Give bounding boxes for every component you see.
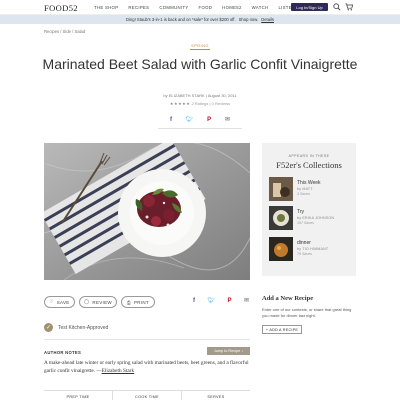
promo-shop[interactable]: Shop now. [239, 17, 259, 22]
collection-item[interactable]: dinner by TIO HIMMANT 79 Saves [269, 237, 353, 261]
add-recipe-button[interactable]: + ADD A RECIPE [262, 325, 302, 334]
collection-name[interactable]: This Week [297, 180, 321, 186]
ratings-count[interactable]: 2 Ratings [191, 101, 208, 106]
recipe-stats: PREP TIME COOK TIME SERVES [44, 390, 250, 400]
tag-divider [190, 49, 210, 51]
cook-time-label: COOK TIME [113, 391, 182, 400]
author-notes-heading: AUTHOR NOTES [44, 350, 82, 355]
author-link[interactable]: ELIZABETH STARK [169, 93, 205, 98]
rating: ★★★★★ 2 Ratings | 0 Reviews [169, 101, 231, 106]
promo-text: Ding! Staub's 3-in-1 is back and on *sal… [125, 17, 236, 22]
share-top: f 🐦︎ P ✉ [170, 116, 230, 124]
jump-to-recipe-button[interactable]: Jump to Recipe ↓ [207, 347, 250, 355]
top-nav: FOOD52 THE SHOP RECIPES COMMUNITY FOOD H… [0, 0, 400, 15]
check-icon: ✓ [44, 323, 53, 332]
nav-item-home52[interactable]: HOME52 [222, 5, 241, 10]
site-logo[interactable]: FOOD52 [44, 3, 78, 13]
collections-title: F52er's Collections [276, 160, 342, 170]
facebook-icon[interactable]: f [193, 297, 195, 305]
save-label: SAVE [56, 299, 70, 305]
collections-panel: APPEARS IN THESE F52er's Collections Thi… [262, 143, 356, 276]
season-tag[interactable]: SPRING [0, 43, 400, 48]
nav-item-recipes[interactable]: RECIPES [128, 5, 149, 10]
nav-item-food[interactable]: FOOD [199, 5, 213, 10]
divider [44, 339, 250, 340]
share-row: f 🐦︎ P ✉ [193, 297, 249, 305]
publish-date: August 30, 2011 [207, 93, 237, 98]
promo-banner: Ding! Staub's 3-in-1 is back and on *sal… [0, 15, 400, 24]
page-title: Marinated Beet Salad with Garlic Confit … [42, 56, 358, 72]
main-nav: THE SHOP RECIPES COMMUNITY FOOD HOME52 W… [94, 5, 295, 10]
email-icon[interactable]: ✉ [244, 297, 249, 305]
star-rating-icon[interactable]: ★★★★★ [170, 101, 190, 106]
nav-item-community[interactable]: COMMUNITY [159, 5, 188, 10]
comment-icon: ◯ [84, 299, 90, 304]
collection-name[interactable]: dinner [297, 240, 311, 246]
email-icon[interactable]: ✉ [225, 116, 230, 124]
collection-author[interactable]: by TIO HIMMANT [297, 247, 328, 251]
search-icon[interactable] [333, 3, 341, 11]
collection-thumbnail[interactable] [269, 237, 293, 261]
collection-saves: 79 Saves [297, 252, 312, 256]
promo-details-link[interactable]: Details [261, 17, 274, 22]
byline: by ELIZABETH STARK | August 30, 2011 [163, 93, 237, 98]
review-button[interactable]: ◯ REVIEW [79, 296, 117, 308]
printer-icon: ⎙ [127, 299, 131, 305]
nav-item-shop[interactable]: THE SHOP [94, 5, 118, 10]
add-recipe-desc: Enter one of our contests, or share that… [262, 307, 352, 318]
review-label: REVIEW [92, 299, 112, 305]
twitter-icon[interactable]: 🐦︎ [207, 297, 215, 305]
reviews-count[interactable]: 0 Reviews [212, 101, 230, 106]
collection-saves: 3 Saves [297, 192, 310, 196]
save-button[interactable]: ♡ SAVE [44, 296, 75, 308]
collection-saves: 167 Saves [297, 221, 314, 225]
serves-label: SERVES [207, 395, 225, 399]
approved-label: Test Kitchen-Approved [58, 324, 109, 331]
recipe-photo [44, 143, 250, 280]
facebook-icon[interactable]: f [170, 116, 172, 124]
collection-author[interactable]: by MATT [297, 187, 313, 191]
notes-author-link[interactable]: Elizabeth Stark [102, 368, 135, 374]
cart-icon[interactable] [345, 3, 353, 11]
divider [158, 128, 242, 129]
collection-item[interactable]: Try by ERIKA JOHNSON 167 Saves [269, 206, 353, 230]
pinterest-icon[interactable]: P [228, 297, 232, 305]
print-label: PRINT [133, 299, 149, 305]
heart-icon: ♡ [49, 299, 54, 304]
collections-heading: APPEARS IN THESE [288, 154, 330, 158]
twitter-icon[interactable]: 🐦︎ [186, 116, 194, 124]
byline-prefix: by [163, 93, 168, 98]
collection-thumbnail[interactable] [269, 177, 293, 201]
breadcrumb[interactable]: Recipes / Side / Salad [44, 29, 85, 34]
collection-thumbnail[interactable] [269, 206, 293, 230]
login-button[interactable]: Log In/Sign Up [291, 3, 328, 11]
author-notes-body: A make-ahead late winter or early spring… [44, 360, 250, 375]
prep-time-label: PREP TIME [44, 391, 113, 400]
notes-text: A make-ahead late winter or early spring… [44, 360, 249, 374]
add-recipe-title: Add a New Recipe [262, 295, 314, 302]
collection-author[interactable]: by ERIKA JOHNSON [297, 216, 334, 220]
nav-item-watch[interactable]: WATCH [252, 5, 269, 10]
pinterest-icon[interactable]: P [207, 116, 211, 124]
collection-item[interactable]: This Week by MATT 3 Saves [269, 177, 353, 201]
print-button[interactable]: ⎙ PRINT [121, 296, 155, 308]
collection-name[interactable]: Try [297, 209, 304, 215]
test-kitchen-badge: ✓ Test Kitchen-Approved [44, 323, 108, 332]
